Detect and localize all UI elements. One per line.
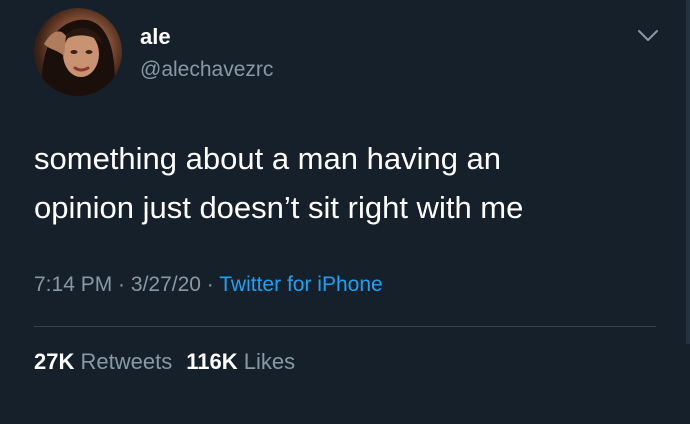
tweet-card: ale @alechavezrc something about a man h… <box>0 0 690 424</box>
likes-stat[interactable]: 116K Likes <box>186 349 295 374</box>
display-name[interactable]: ale <box>140 24 171 50</box>
chevron-down-icon[interactable] <box>636 26 660 46</box>
avatar-photo <box>41 19 115 96</box>
tweet-date[interactable]: 3/27/20 <box>131 273 201 296</box>
tweet-text-line: something about a man having an <box>34 141 502 176</box>
scrollbar[interactable] <box>686 0 690 344</box>
likes-label: Likes <box>243 349 296 374</box>
likes-count: 116K <box>186 349 238 374</box>
username-handle[interactable]: @alechavezrc <box>140 58 273 82</box>
divider <box>34 326 656 327</box>
retweets-label: Retweets <box>80 349 173 374</box>
tweet-text: something about a man having an opinion … <box>34 134 664 232</box>
retweets-count: 27K <box>34 349 75 374</box>
separator-dot: · <box>200 273 220 296</box>
tweet-time[interactable]: 7:14 PM <box>34 273 112 296</box>
tweet-metadata: 7:14 PM · 3/27/20 · Twitter for iPhone <box>34 273 383 297</box>
tweet-text-line: opinion just doesn’t sit right with me <box>34 190 524 225</box>
tweet-source-link[interactable]: Twitter for iPhone <box>219 273 382 296</box>
avatar[interactable] <box>34 8 122 96</box>
engagement-stats: 27K Retweets 116K Likes <box>34 349 295 375</box>
retweets-stat[interactable]: 27K Retweets <box>34 349 172 374</box>
separator-dot: · <box>112 273 131 296</box>
